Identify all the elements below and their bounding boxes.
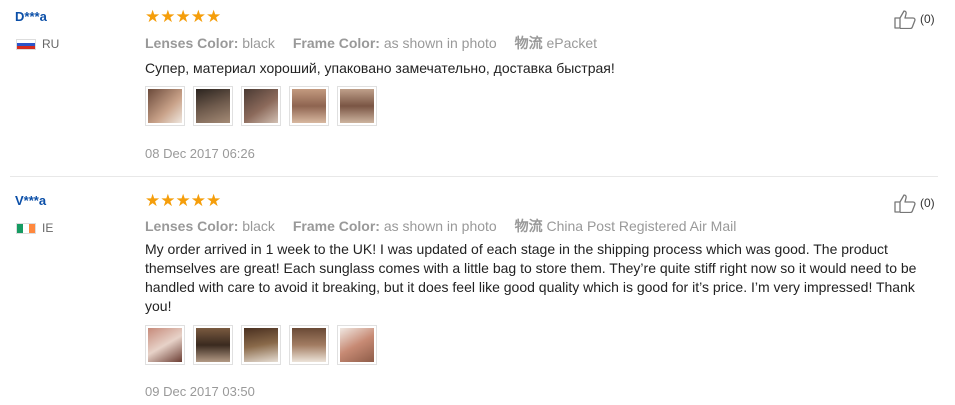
helpful-count: (0) — [920, 12, 935, 26]
shipping-value: China Post Registered Air Mail — [546, 218, 737, 234]
thumbs-up-icon — [894, 10, 916, 29]
review-item: D***a RU ★★★★★ (0) Lenses Color: black F… — [0, 0, 955, 176]
review-photo-thumbnail[interactable] — [337, 325, 377, 365]
reviewer-name[interactable]: V***a — [15, 193, 46, 208]
review-photo-thumbnail[interactable] — [241, 325, 281, 365]
review-date: 09 Dec 2017 03:50 — [145, 384, 255, 399]
shipping-label: 物流 — [514, 35, 543, 51]
review-photo-thumbnail[interactable] — [145, 86, 185, 126]
review-text: Супер, материал хороший, упаковано замеч… — [145, 60, 615, 76]
country-code: RU — [42, 37, 60, 51]
review-date: 08 Dec 2017 06:26 — [145, 146, 255, 161]
review-photo-thumbnail[interactable] — [193, 325, 233, 365]
review-photo-thumbnail[interactable] — [193, 86, 233, 126]
review-attributes: Lenses Color: black Frame Color: as show… — [145, 33, 611, 53]
flag-icon — [16, 38, 36, 50]
review-text: My order arrived in 1 week to the UK! I … — [145, 241, 917, 314]
review-photo-thumbnail[interactable] — [337, 86, 377, 126]
flag-icon — [16, 222, 36, 234]
lenses-color-value: black — [242, 218, 275, 234]
thumbs-up-icon — [894, 194, 916, 213]
review-photos — [145, 325, 377, 365]
rating-stars: ★★★★★ — [145, 191, 222, 210]
lenses-color-value: black — [242, 35, 275, 51]
frame-color-label: Frame Color: — [292, 218, 380, 234]
helpful-button[interactable]: (0) — [893, 9, 935, 29]
review-photo-thumbnail[interactable] — [241, 86, 281, 126]
helpful-button[interactable]: (0) — [893, 193, 935, 213]
helpful-count: (0) — [920, 196, 935, 210]
lenses-color-label: Lenses Color: — [145, 218, 239, 234]
review-photo-thumbnail[interactable] — [145, 325, 185, 365]
country-code: IE — [42, 221, 54, 235]
review-photos — [145, 86, 377, 126]
reviewer-country: RU — [16, 37, 59, 51]
review-attributes: Lenses Color: black Frame Color: as show… — [145, 216, 750, 236]
review-photo-thumbnail[interactable] — [289, 86, 329, 126]
review-photo-thumbnail[interactable] — [289, 325, 329, 365]
frame-color-value: as shown in photo — [383, 35, 497, 51]
review-item: V***a IE ★★★★★ (0) Lenses Color: black F… — [0, 178, 955, 405]
lenses-color-label: Lenses Color: — [145, 35, 239, 51]
shipping-value: ePacket — [546, 35, 598, 51]
frame-color-label: Frame Color: — [292, 35, 380, 51]
review-divider — [10, 176, 938, 177]
frame-color-value: as shown in photo — [383, 218, 497, 234]
shipping-label: 物流 — [514, 218, 543, 234]
rating-stars: ★★★★★ — [145, 7, 222, 26]
reviewer-country: IE — [16, 221, 53, 235]
reviewer-name[interactable]: D***a — [15, 9, 47, 24]
